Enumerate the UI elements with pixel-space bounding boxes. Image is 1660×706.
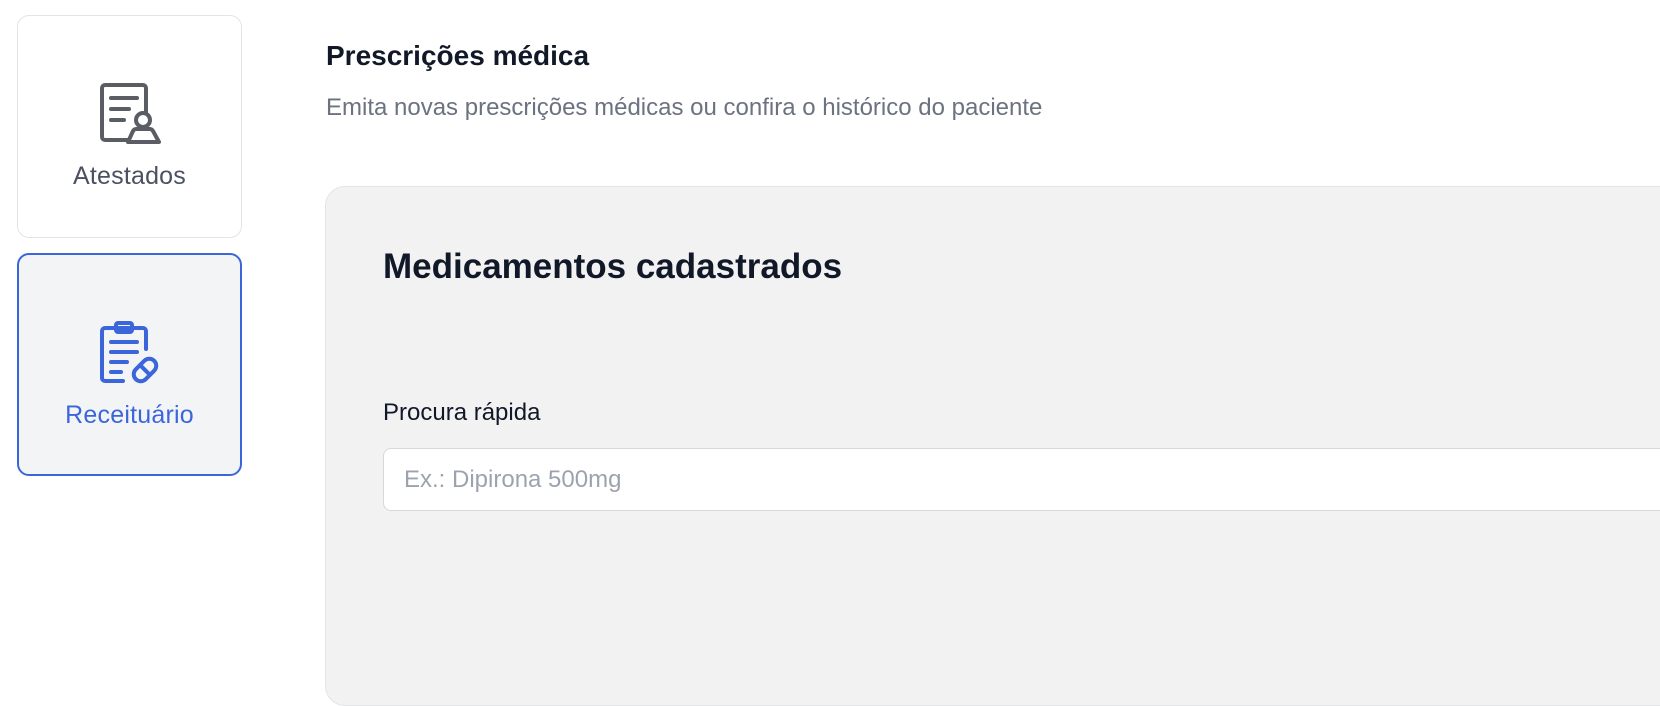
sidebar: Atestados Receituário (17, 15, 242, 491)
sidebar-item-receituario[interactable]: Receituário (17, 253, 242, 476)
prescription-clipboard-icon (99, 321, 158, 384)
medications-panel: Medicamentos cadastrados Procura rápida (325, 186, 1660, 706)
quick-search-label: Procura rápida (383, 399, 541, 426)
page-title: Prescrições médica (326, 40, 590, 71)
page-subtitle: Emita novas prescrições médicas ou confi… (326, 94, 1043, 121)
sidebar-item-label: Receituário (65, 401, 194, 429)
quick-search-input[interactable] (383, 448, 1660, 511)
panel-title: Medicamentos cadastrados (383, 247, 843, 286)
page-header: Prescrições médica Emita novas prescriçõ… (326, 40, 1042, 122)
sidebar-item-atestados[interactable]: Atestados (17, 15, 242, 238)
medical-certificate-icon (99, 83, 161, 144)
sidebar-item-label: Atestados (73, 162, 186, 190)
